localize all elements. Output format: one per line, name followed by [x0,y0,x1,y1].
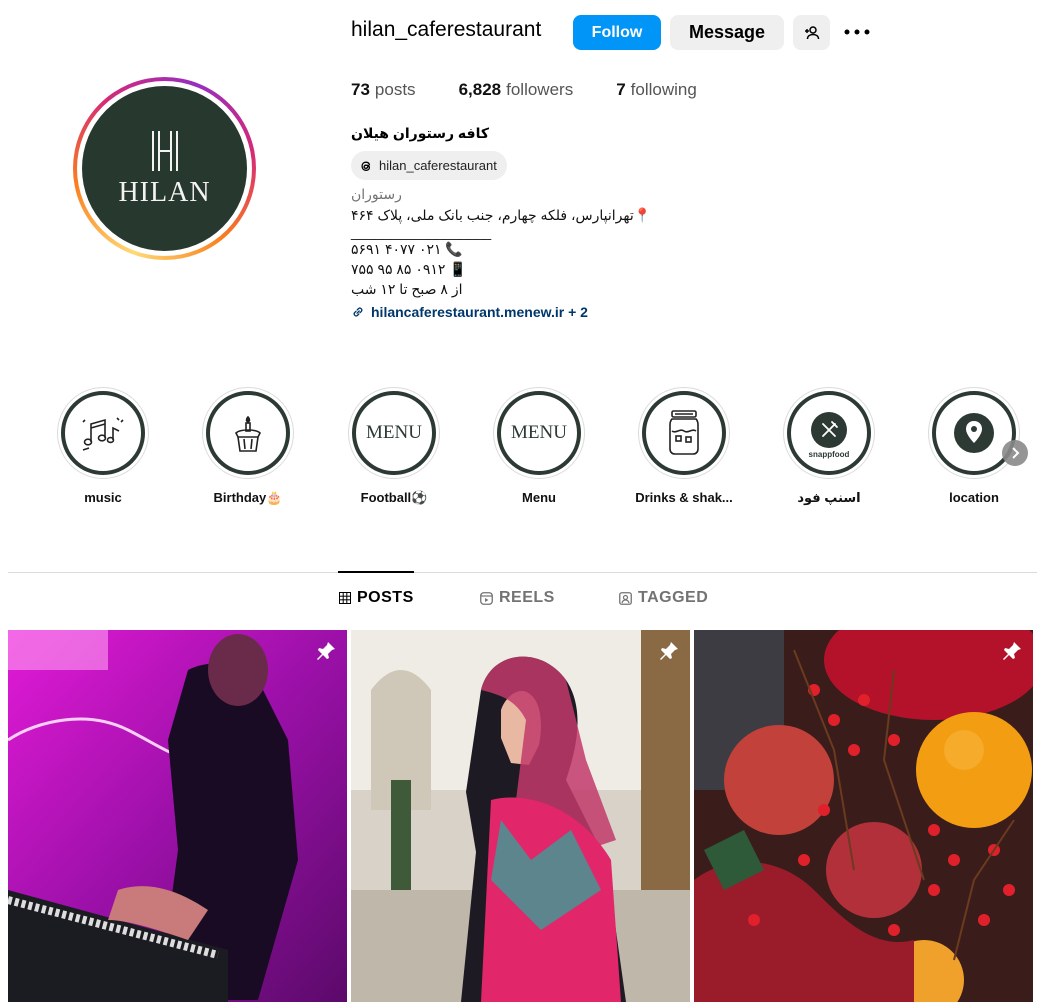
tab-reels[interactable]: REELS [480,589,555,607]
posts-count: 73 posts [351,80,416,99]
highlight-cover: snappfood [787,391,871,475]
threads-handle: hilan_caferestaurant [379,158,497,173]
highlight-cover [206,391,290,475]
story-highlights: music Birthday🎂 MENU Football⚽ MENU Menu… [0,387,1046,517]
music-notes-icon [82,417,124,451]
more-horizontal-icon [844,29,870,35]
highlight-label: Football⚽ [360,490,428,505]
highlight-label: Menu [522,490,556,505]
profile-username: hilan_caferestaurant [351,18,542,41]
bio-external-link[interactable]: hilancaferestaurant.menew.ir + 2 [351,304,588,320]
highlight-label: Birthday🎂 [213,490,283,505]
bio-category: رستوران [351,186,402,202]
bio-hours: از ۸ صبح تا ۱۲ شب [351,281,463,297]
suggested-accounts-button[interactable] [793,15,830,50]
highlight-cover: MENU [497,391,581,475]
profile-avatar-ring[interactable]: HILAN [73,77,256,260]
post-image-pomegranates [694,630,1033,1002]
birthday-cake-icon [235,415,261,452]
tab-label: TAGGED [638,589,709,606]
location-pin-icon [954,413,994,453]
following-link[interactable]: 7 following [616,80,697,100]
highlights-next-button[interactable] [1002,440,1028,466]
highlight-ring: snappfood [783,387,875,479]
highlight-cover [932,391,1016,475]
bio-text: 📍تهرانپارس، فلکه چهارم، جنب بانک ملی، پل… [351,205,651,299]
link-icon [353,307,363,317]
avatar-text: HILAN [118,176,211,208]
highlight-football[interactable]: MENU Football⚽ [339,387,449,506]
post-image-woman-scarf [351,630,690,1002]
threads-link[interactable]: hilan_caferestaurant [351,151,507,180]
pin-icon [1003,642,1021,660]
highlight-ring: MENU [348,387,440,479]
highlight-label: اسنپ فود [797,490,861,505]
hilan-logo-mark-icon [151,130,178,171]
post-thumbnail[interactable] [351,630,690,1002]
highlight-drinks[interactable]: Drinks & shak... [629,387,739,505]
follow-button[interactable]: Follow [573,15,661,50]
highlight-ring [928,387,1020,479]
followers-link[interactable]: 6,828 followers [459,80,574,100]
more-options-button[interactable] [842,20,872,44]
tab-label: POSTS [357,589,414,606]
reels-icon [480,591,493,605]
tagged-icon [619,591,632,605]
highlight-cover: MENU [352,391,436,475]
post-thumbnail[interactable] [8,630,347,1002]
bio-address: 📍تهرانپارس، فلکه چهارم، جنب بانک ملی، پل… [351,207,652,223]
highlight-ring [638,387,730,479]
avatar[interactable]: HILAN [82,86,247,251]
profile-stats: 73 posts 6,828 followers 7 following [351,80,740,100]
fork-knife-icon [822,420,838,437]
highlight-label: music [84,490,122,505]
bio-link-text: hilancaferestaurant.menew.ir + 2 [371,304,588,320]
tab-posts[interactable]: POSTS [339,589,414,607]
highlight-label: Drinks & shak... [635,490,733,505]
highlight-birthday[interactable]: Birthday🎂 [193,387,303,506]
message-button[interactable]: Message [670,15,784,50]
highlight-menu[interactable]: MENU Menu [484,387,594,505]
highlight-snappfood[interactable]: snappfood اسنپ فود [774,387,884,506]
grid-icon [339,592,351,604]
tab-label: REELS [499,589,555,606]
tab-tagged[interactable]: TAGGED [619,589,708,607]
bio-mobile: 📱 ۰۹۱۲ ۸۵ ۹۵ ۷۵۵ [351,261,467,277]
highlight-ring [202,387,294,479]
jar-drink-icon [669,410,699,455]
post-thumbnail[interactable] [694,630,1033,1002]
highlight-cover [642,391,726,475]
snappfood-cover-text: snappfood [808,449,850,459]
highlight-music[interactable]: music [48,387,158,505]
highlight-ring [57,387,149,479]
bio-display-name: کافه رستوران هیلان [351,125,489,141]
chevron-right-icon [1012,447,1020,459]
person-add-icon [804,25,819,39]
bio-phone: 📞 ۰۲۱ ۴۰۷۷ ۵۶۹۱ [351,241,463,257]
menu-cover-text: MENU [511,422,567,443]
pin-icon [317,642,335,660]
highlight-ring: MENU [493,387,585,479]
highlight-cover [61,391,145,475]
highlight-label: location [949,490,999,505]
avatar-frame: HILAN [77,81,252,256]
pin-icon [660,642,678,660]
threads-icon [361,161,371,171]
tabs-divider [8,572,1037,573]
post-image-live-music [8,630,347,1002]
bio-separator: __________________ [351,224,492,240]
active-tab-indicator [338,571,414,573]
menu-cover-text: MENU [366,422,422,443]
